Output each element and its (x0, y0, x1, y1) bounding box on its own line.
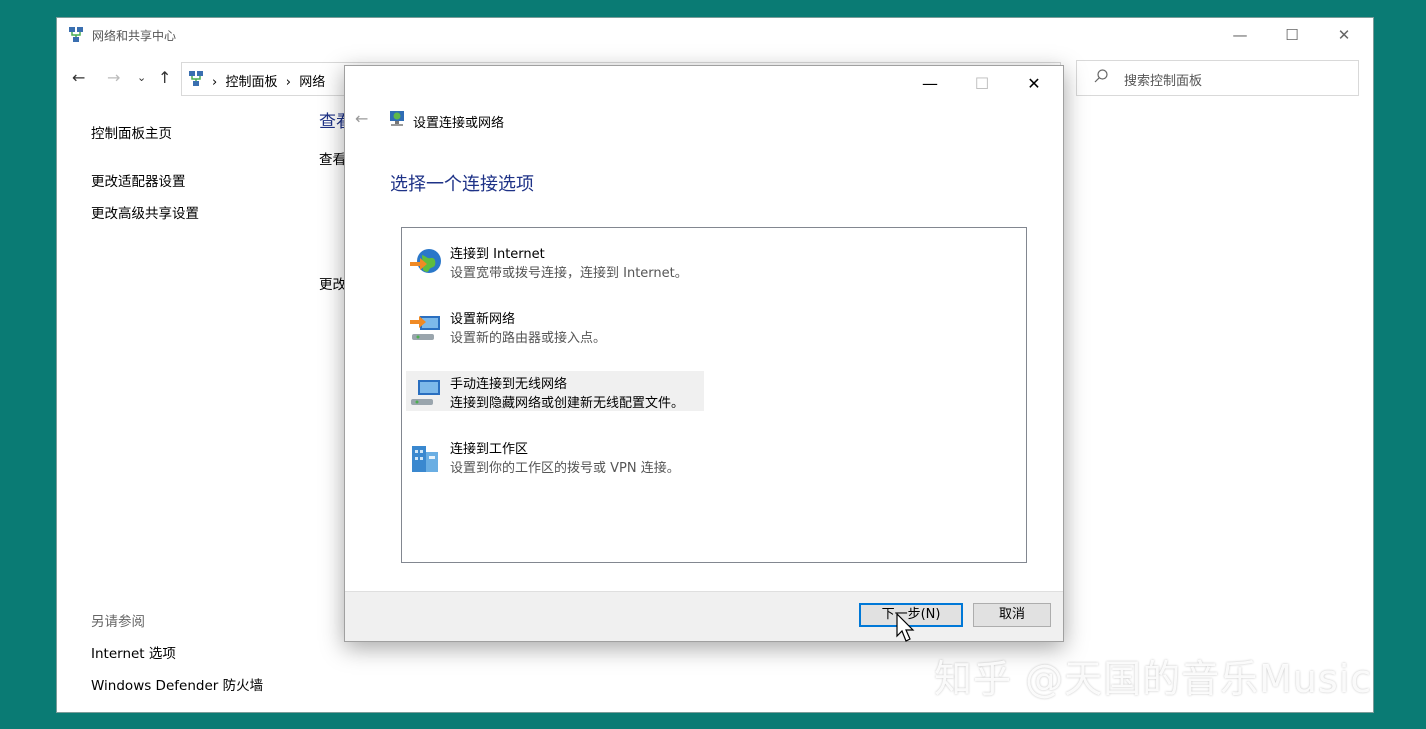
breadcrumb-control-panel[interactable]: 控制面板 (225, 75, 277, 90)
network-center-icon (69, 27, 83, 42)
search-icon (1094, 69, 1108, 83)
recent-chevron-down-icon[interactable]: ⌄ (137, 71, 146, 84)
router-icon (410, 316, 440, 340)
dialog-footer: 下一步(N) 取消 (345, 591, 1063, 641)
workplace-building-icon (412, 446, 438, 472)
option-connect-workplace[interactable]: 连接到工作区 设置到你的工作区的拨号或 VPN 连接。 (406, 436, 704, 476)
dialog-close-button[interactable]: ✕ (1011, 66, 1057, 102)
minimize-button[interactable]: — (1217, 18, 1263, 52)
close-button[interactable]: ✕ (1321, 18, 1367, 52)
option-setup-new-network[interactable]: 设置新网络 设置新的路由器或接入点。 (406, 306, 704, 346)
see-also-header: 另请参阅 (91, 614, 145, 630)
windows-defender-firewall-link[interactable]: Windows Defender 防火墙 (91, 674, 263, 694)
cancel-button[interactable]: 取消 (973, 603, 1051, 627)
dialog-heading: 选择一个连接选项 (390, 174, 534, 195)
control-panel-home-link[interactable]: 控制面板主页 (91, 122, 199, 142)
option-title: 连接到工作区 (450, 442, 529, 457)
forward-arrow-icon[interactable]: → (107, 68, 120, 87)
option-connect-internet[interactable]: 连接到 Internet 设置宽带或拨号连接，连接到 Internet。 (406, 241, 704, 281)
dialog-minimize-button[interactable]: — (907, 66, 953, 102)
left-navigation: 控制面板主页 更改适配器设置 更改高级共享设置 (91, 122, 199, 234)
window-title: 网络和共享中心 (92, 29, 177, 43)
dialog-maximize-button: ☐ (974, 74, 990, 93)
setup-connection-dialog: — ☐ ✕ ← 设置连接或网络 选择一个连接选项 连接到 Internet 设置… (344, 65, 1064, 642)
section-label-partial-2: 更改 (319, 277, 346, 293)
option-manual-wireless[interactable]: 手动连接到无线网络 连接到隐藏网络或创建新无线配置文件。 (406, 371, 704, 411)
network-globe-icon (390, 111, 404, 126)
see-also-section: 另请参阅 Internet 选项 Windows Defender 防火墙 (91, 610, 263, 706)
title-bar[interactable]: 网络和共享中心 — ☐ ✕ (57, 18, 1373, 52)
control-panel-icon (189, 71, 203, 86)
option-title: 手动连接到无线网络 (450, 377, 568, 392)
breadcrumb-separator: › (285, 75, 291, 90)
change-adapter-settings-link[interactable]: 更改适配器设置 (91, 170, 199, 190)
change-advanced-sharing-link[interactable]: 更改高级共享设置 (91, 202, 199, 222)
search-input[interactable]: 搜索控制面板 (1076, 60, 1359, 96)
globe-icon (410, 249, 441, 273)
wireless-network-icon (411, 380, 440, 405)
connection-options-list: 连接到 Internet 设置宽带或拨号连接，连接到 Internet。 设置新… (401, 227, 1027, 563)
breadcrumb-network[interactable]: 网络 (299, 75, 325, 90)
option-description: 连接到隐藏网络或创建新无线配置文件。 (450, 396, 685, 411)
option-description: 设置到你的工作区的拨号或 VPN 连接。 (450, 461, 680, 476)
internet-options-link[interactable]: Internet 选项 (91, 642, 263, 662)
breadcrumb: › 控制面板 › 网络 (212, 71, 325, 90)
option-description: 设置宽带或拨号连接，连接到 Internet。 (450, 266, 688, 281)
section-label-partial: 查看 (319, 152, 346, 168)
dialog-back-arrow-icon[interactable]: ← (355, 109, 368, 128)
mouse-cursor-icon (896, 613, 915, 642)
option-description: 设置新的路由器或接入点。 (450, 331, 607, 346)
dialog-title: 设置连接或网络 (413, 116, 505, 131)
watermark: 知乎 @天国的音乐Music (934, 657, 1373, 701)
up-arrow-icon[interactable]: ↑ (158, 68, 171, 87)
search-placeholder: 搜索控制面板 (1124, 74, 1203, 89)
option-title: 设置新网络 (450, 312, 516, 327)
maximize-button[interactable]: ☐ (1269, 18, 1315, 52)
option-title: 连接到 Internet (450, 247, 545, 262)
back-arrow-icon[interactable]: ← (72, 68, 85, 87)
breadcrumb-separator: › (212, 75, 218, 90)
